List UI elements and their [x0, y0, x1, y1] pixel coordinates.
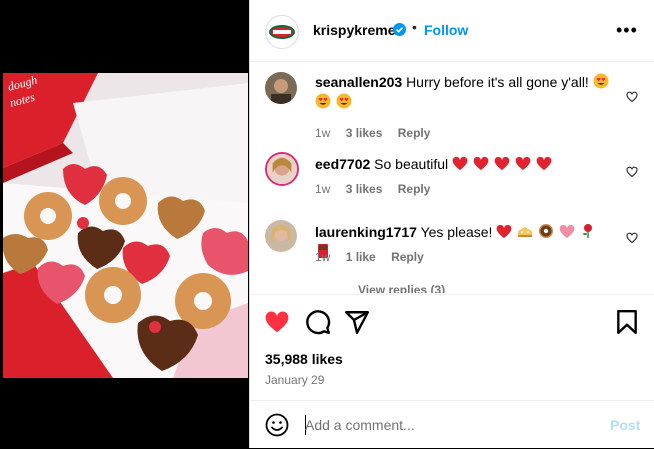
donut-box-illustration: dough notes [3, 73, 248, 378]
like-filled-icon[interactable] [264, 309, 290, 335]
cake-emoji [518, 227, 533, 237]
comment-body: Yes please! [420, 224, 493, 240]
likes-count[interactable]: 35,988 likes [265, 351, 343, 367]
comment-icon[interactable] [305, 309, 331, 335]
verified-badge-icon [393, 23, 406, 36]
reply-button[interactable]: Reply [398, 182, 431, 196]
reply-button[interactable]: Reply [398, 126, 431, 140]
comments-list[interactable]: seanallen203 Hurry before it's all gone … [250, 62, 654, 293]
comment-likes-count[interactable]: 3 likes [346, 126, 383, 140]
avatar[interactable] [265, 220, 297, 252]
comment-age: 1w [315, 182, 331, 196]
comment-body: Hurry before it's all gone y'all! [406, 74, 589, 90]
comment-username[interactable]: seanallen203 [315, 74, 402, 90]
post-author-username[interactable]: krispykreme [313, 22, 396, 38]
rose-emoji [582, 224, 592, 238]
comment-username[interactable]: eed7702 [315, 156, 370, 172]
red-heart-emoji [473, 156, 489, 171]
heart-emoji [559, 224, 575, 239]
comment-meta: 1w 3 likes Reply [315, 126, 442, 140]
save-bookmark-icon[interactable] [614, 309, 640, 335]
comment-age: 1w [315, 250, 331, 264]
instagram-post-modal: dough notes krispykreme • Follow ••• sea… [0, 0, 654, 448]
view-replies-button[interactable]: View replies (3) [358, 283, 445, 293]
heart-eyes-emoji [336, 93, 352, 109]
comment-like-icon[interactable] [626, 166, 638, 178]
krispykreme-avatar[interactable] [265, 15, 299, 49]
avatar-image [265, 72, 297, 104]
post-header: krispykreme • Follow ••• [250, 0, 654, 62]
post-photo[interactable]: dough notes [3, 73, 248, 378]
comment-meta: 1w 3 likes Reply [315, 182, 442, 196]
comment-age: 1w [315, 126, 331, 140]
comment-username[interactable]: laurenking1717 [315, 224, 417, 240]
red-heart-emoji [494, 156, 510, 171]
emoji-picker-icon[interactable] [265, 413, 289, 437]
add-comment-bar: Post [250, 400, 654, 449]
krispykreme-logo-icon [267, 17, 297, 47]
more-options-icon[interactable]: ••• [616, 20, 638, 41]
avatar[interactable] [265, 152, 299, 186]
comment-likes-count[interactable]: 3 likes [346, 182, 383, 196]
comment-likes-count[interactable]: 1 like [346, 250, 376, 264]
avatar-image [267, 154, 297, 184]
heart-eyes-emoji [315, 93, 331, 109]
post-side-panel: krispykreme • Follow ••• seanallen203 Hu… [249, 0, 654, 448]
donut-emoji [539, 224, 554, 238]
comment-like-icon[interactable] [626, 91, 638, 103]
separator-dot: • [412, 19, 417, 35]
red-heart-emoji [452, 156, 468, 171]
comment-text: seanallen203 Hurry before it's all gone … [315, 72, 615, 112]
comment-like-icon[interactable] [626, 232, 638, 244]
avatar-image [265, 220, 297, 252]
heart-eyes-emoji [593, 73, 609, 89]
avatar[interactable] [265, 72, 297, 104]
reply-button[interactable]: Reply [391, 250, 424, 264]
share-icon[interactable] [344, 309, 370, 335]
comment-text: eed7702 So beautiful [315, 154, 615, 174]
post-media-area: dough notes [0, 0, 249, 448]
comment-body: So beautiful [374, 156, 449, 172]
comment-meta: 1w 1 like Reply [315, 250, 436, 264]
red-heart-emoji [515, 156, 531, 171]
post-actions: 35,988 likes January 29 [250, 294, 654, 399]
post-comment-button[interactable]: Post [610, 417, 640, 433]
red-heart-emoji [536, 156, 551, 171]
post-date: January 29 [265, 373, 325, 387]
follow-button[interactable]: Follow [424, 22, 468, 38]
red-heart-emoji [496, 224, 512, 239]
add-comment-input[interactable] [305, 413, 595, 437]
